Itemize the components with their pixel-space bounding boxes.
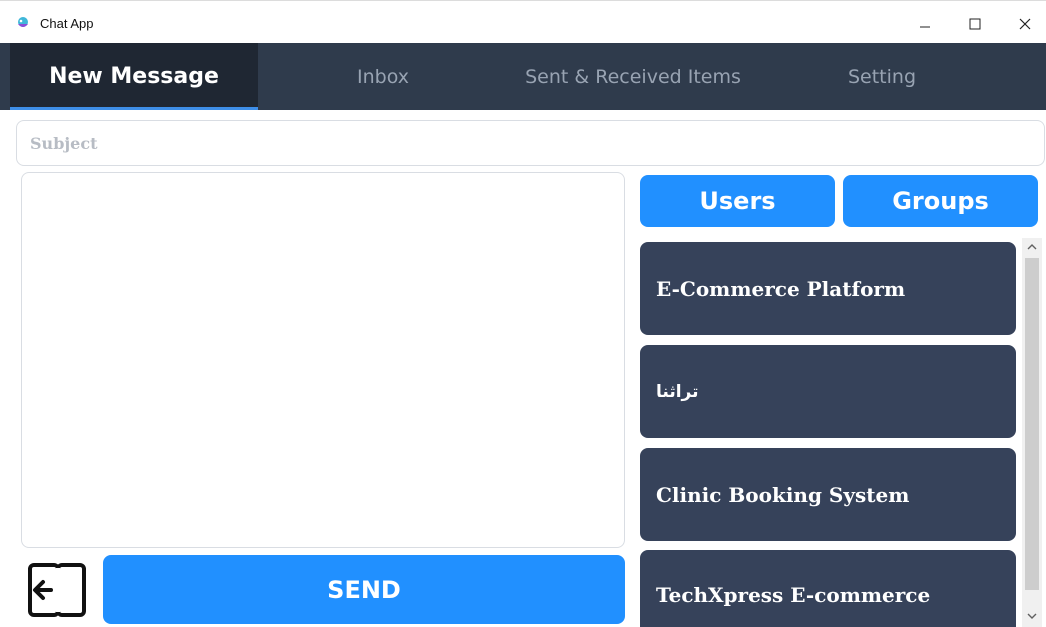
list-item-label: TechXpress E-commerce — [656, 582, 931, 607]
main-nav: New Message Inbox Sent & Received Items … — [0, 43, 1046, 110]
tab-setting[interactable]: Setting — [815, 43, 949, 110]
groups-button[interactable]: Groups — [843, 175, 1038, 227]
app-logo-icon — [18, 17, 28, 27]
list-item-label: تراثنا — [656, 381, 699, 402]
scroll-thumb[interactable] — [1025, 258, 1039, 590]
send-button[interactable]: SEND — [103, 555, 625, 624]
scroll-up-icon[interactable] — [1022, 238, 1042, 256]
list-item-techxpress[interactable]: TechXpress E-commerce — [640, 550, 1016, 627]
tab-sent-received[interactable]: Sent & Received Items — [500, 43, 766, 110]
users-button[interactable]: Users — [640, 175, 835, 227]
list-item-turathna[interactable]: تراثنا — [640, 345, 1016, 438]
minimize-button[interactable] — [905, 9, 945, 39]
logout-icon[interactable] — [27, 560, 87, 620]
list-item-e-commerce-platform[interactable]: E-Commerce Platform — [640, 242, 1016, 335]
tab-inbox[interactable]: Inbox — [318, 43, 448, 110]
minimize-icon — [920, 26, 930, 28]
list-item-label: E-Commerce Platform — [656, 276, 906, 301]
list-item-clinic-booking[interactable]: Clinic Booking System — [640, 448, 1016, 541]
close-icon — [1019, 18, 1031, 30]
scroll-down-icon[interactable] — [1022, 607, 1042, 625]
message-textarea[interactable] — [21, 172, 625, 548]
list-item-label: Clinic Booking System — [656, 482, 910, 507]
subject-input[interactable] — [16, 120, 1045, 166]
maximize-icon — [969, 18, 981, 30]
window-title: Chat App — [40, 16, 94, 31]
tab-new-message[interactable]: New Message — [10, 43, 258, 110]
maximize-button[interactable] — [955, 9, 995, 39]
close-button[interactable] — [1005, 9, 1045, 39]
title-bar: Chat App — [0, 0, 1046, 43]
list-scrollbar[interactable] — [1022, 238, 1042, 627]
